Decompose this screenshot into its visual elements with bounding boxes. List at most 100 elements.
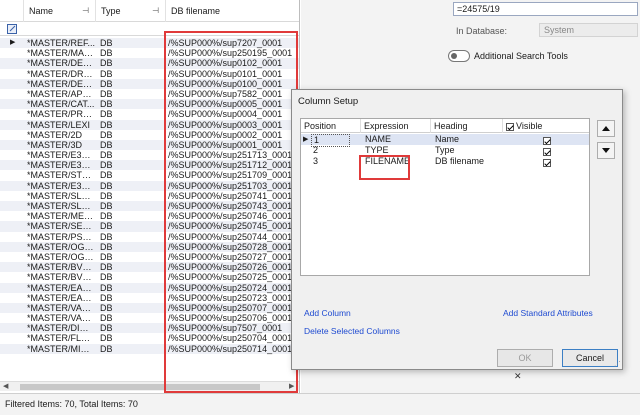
table-row[interactable]: ▶ 1 NAME Name	[301, 134, 589, 147]
visible-checkbox[interactable]	[543, 136, 551, 145]
table-row[interactable]: *MASTER/MEK... DB /%SUP000%/sup250746_0001	[0, 211, 299, 222]
table-row[interactable]: *MASTER/VAN... DB /%SUP000%/sup250706_0001	[0, 313, 299, 324]
pin-icon[interactable]: ⊣	[152, 0, 159, 22]
cell-name: *MASTER/MINE...	[27, 343, 95, 354]
table-row[interactable]: *MASTER/FLEX... DB /%SUP000%/sup250704_000…	[0, 333, 299, 344]
table-row[interactable]: *MASTER/PRO... DB /%SUP000%/sup0004_0001	[0, 109, 299, 119]
table-row[interactable]: *MASTER/2D DB /%SUP000%/sup0002_0001	[0, 129, 299, 140]
table-row[interactable]: *MASTER/E3D... DB /%SUP000%/sup251712_0001	[0, 160, 299, 171]
ok-button[interactable]: OK	[497, 349, 553, 367]
row-expression: TYPE	[365, 145, 389, 155]
row-pointer-icon: ▶	[303, 136, 309, 143]
cell-type: DB	[100, 211, 113, 222]
table-row[interactable]: *MASTER/SE_... DB /%SUP000%/sup250745_0001	[0, 221, 299, 232]
table-row[interactable]: *MASTER/MINE... DB /%SUP000%/sup250714_000…	[0, 343, 299, 354]
table-row[interactable]: *MASTER/EAE-... DB /%SUP000%/sup250723_000…	[0, 293, 299, 303]
cell-filename: /%SUP000%/sup7507_0001	[168, 323, 283, 334]
cell-filename: /%SUP000%/sup250725_0001	[168, 272, 293, 283]
resize-grip-icon[interactable]: ⋰	[614, 360, 621, 368]
table-row[interactable]: *MASTER/OGL... DB /%SUP000%/sup250727_0001	[0, 251, 299, 262]
cell-type: DB	[100, 241, 113, 252]
delete-columns-link[interactable]: Delete Selected Columns	[304, 326, 400, 336]
cell-filename: /%SUP000%/sup0102_0001	[168, 58, 283, 69]
cell-name: *MASTER/FLEX...	[27, 333, 95, 344]
move-up-button[interactable]	[597, 120, 615, 137]
cell-type: DB	[100, 129, 113, 140]
cell-filename: /%SUP000%/sup0001_0001	[168, 139, 283, 150]
cell-type: DB	[100, 323, 113, 334]
table-row[interactable]: *MASTER/DRA... DB /%SUP000%/sup0101_0001	[0, 69, 299, 79]
cell-name: *MASTER/E3D...	[27, 150, 95, 161]
column-setup-dialog: Column Setup Position Expression Heading…	[291, 89, 623, 370]
cell-filename: /%SUP000%/sup250195_0001	[168, 48, 293, 59]
table-row[interactable]: *MASTER/SLHI... DB /%SUP000%/sup250741_000…	[0, 191, 299, 201]
search-input[interactable]: =24575/19	[453, 2, 638, 16]
table-row[interactable]: *MASTER/EAE-... DB /%SUP000%/sup250724_000…	[0, 282, 299, 293]
table-row[interactable]: *MASTER/OGL... DB /%SUP000%/sup250728_0001	[0, 241, 299, 252]
database-select[interactable]: System	[539, 23, 638, 37]
column-table-header: Position Expression Heading Visible	[301, 119, 589, 133]
cell-type: DB	[100, 251, 113, 262]
visible-all-checkbox[interactable]	[506, 122, 514, 131]
visible-checkbox[interactable]	[543, 158, 551, 167]
cell-filename: /%SUP000%/sup0005_0001	[168, 99, 283, 110]
cell-name: *MASTER/E3D...	[27, 160, 95, 171]
grid-rows: ▶ *MASTER/REF... DB/%SUP000%/sup7207_0001 *…	[0, 38, 299, 354]
horizontal-scrollbar[interactable]: ◀ ▶	[0, 381, 299, 392]
grid-corner	[0, 0, 24, 22]
cell-name: *MASTER/SLHI...	[27, 201, 95, 211]
table-row[interactable]: *MASTER/STL_... DB /%SUP000%/sup251709_000…	[0, 170, 299, 180]
cell-type: DB	[100, 58, 113, 69]
table-row[interactable]: *MASTER/DESI... DB /%SUP000%/sup0100_0001	[0, 78, 299, 89]
cell-type: DB	[100, 119, 113, 130]
table-row[interactable]: *MASTER/VAN... DB /%SUP000%/sup250707_0001	[0, 302, 299, 314]
filter-edit-icon[interactable]	[7, 24, 17, 34]
table-row[interactable]: 3 FILENAME DB filename	[301, 156, 589, 167]
visible-checkbox[interactable]	[543, 147, 551, 156]
cell-type: DB	[100, 333, 113, 344]
add-standard-attributes-link[interactable]: Add Standard Attributes	[503, 308, 593, 318]
cell-filename: /%SUP000%/sup250706_0001	[168, 313, 293, 324]
cell-filename: /%SUP000%/sup250727_0001	[168, 251, 293, 262]
cancel-button[interactable]: Cancel	[562, 349, 618, 367]
row-heading: Type	[435, 145, 455, 155]
cell-type: DB	[100, 38, 113, 48]
table-row[interactable]: 2 TYPE Type	[301, 145, 589, 156]
cell-name: *MASTER/E3D...	[27, 180, 95, 191]
table-row[interactable]: *MASTER/E3D... DB /%SUP000%/sup251703_0001	[0, 180, 299, 191]
cell-type: DB	[100, 313, 113, 324]
scroll-thumb[interactable]	[20, 384, 260, 390]
cell-type: DB	[100, 201, 113, 211]
column-header-name[interactable]: Name ⊣	[24, 0, 96, 22]
column-header-name-label: Name	[29, 6, 54, 16]
cell-filename: /%SUP000%/sup7207_0001	[168, 38, 283, 48]
table-row[interactable]: *MASTER/PSK_... DB /%SUP000%/sup250744_000…	[0, 232, 299, 242]
header-visible[interactable]: Visible	[503, 119, 589, 133]
table-row[interactable]: *MASTER/SLHI... DB /%SUP000%/sup250743_000…	[0, 201, 299, 212]
move-down-button[interactable]	[597, 142, 615, 159]
cell-name: *MASTER/2D	[27, 129, 83, 140]
table-row[interactable]: *MASTER/BVS-... DB /%SUP000%/sup250725_000…	[0, 272, 299, 283]
close-icon[interactable]: ✕	[514, 371, 522, 382]
scroll-right-icon[interactable]: ▶	[289, 382, 294, 392]
column-header-type[interactable]: Type ⊣	[96, 0, 166, 22]
table-row[interactable]: *MASTER/E3D... DB /%SUP000%/sup251713_0001	[0, 150, 299, 161]
table-row[interactable]: *MASTER/BVS-... DB /%SUP000%/sup250726_000…	[0, 262, 299, 273]
table-row[interactable]: *MASTER/3D DB /%SUP000%/sup0001_0001	[0, 139, 299, 151]
cell-name: *MASTER/EAE-...	[27, 282, 95, 293]
table-row[interactable]: *MASTER/APS... DB /%SUP000%/sup7582_0001	[0, 89, 299, 99]
additional-search-toggle[interactable]	[448, 50, 470, 62]
cell-type: DB	[100, 99, 113, 110]
add-column-link[interactable]: Add Column	[304, 308, 351, 318]
table-row[interactable]: ▶ *MASTER/REF... DB /%SUP000%/sup7207_0001	[0, 38, 299, 49]
table-row[interactable]: *MASTER/DESI... DB /%SUP000%/sup0102_0001	[0, 58, 299, 69]
table-row[interactable]: *MASTER/LEXI DB /%SUP000%/sup0003_0001	[0, 119, 299, 130]
cell-filename: /%SUP000%/sup251713_0001	[168, 150, 293, 161]
table-row[interactable]: *MASTER/DICT... DB /%SUP000%/sup7507_0001	[0, 323, 299, 334]
scroll-left-icon[interactable]: ◀	[3, 382, 8, 392]
column-header-filename[interactable]: DB filename	[166, 0, 299, 22]
table-row[interactable]: *MASTER/MAC... DB /%SUP000%/sup250195_0001	[0, 48, 299, 59]
dialog-title: Column Setup	[298, 96, 359, 107]
table-row[interactable]: *MASTER/CAT... DB /%SUP000%/sup0005_0001	[0, 99, 299, 110]
pin-icon[interactable]: ⊣	[82, 0, 89, 22]
